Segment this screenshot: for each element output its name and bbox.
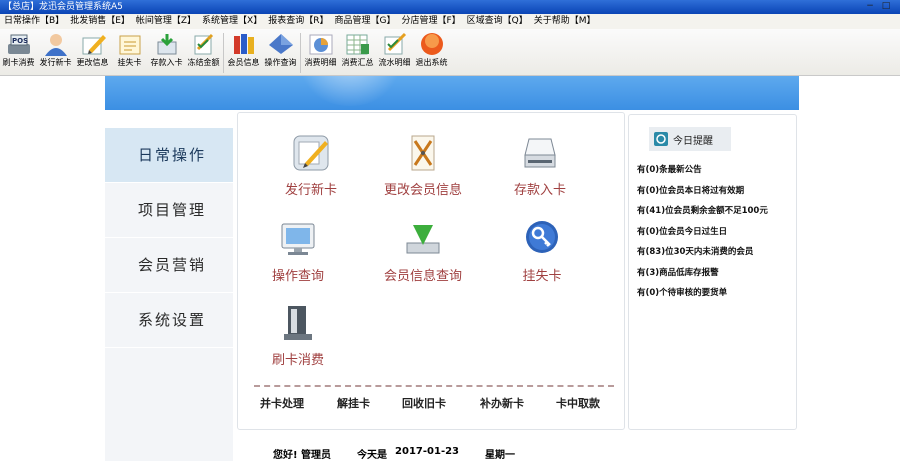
quick-links-divider [254,385,614,387]
query-icon [268,34,293,54]
reminder-item[interactable]: 有(83)位30天内未消费的会员 [637,245,768,266]
func-lost-card[interactable]: 挂失卡 [482,219,602,284]
toolbar-separator [300,33,301,73]
toolbar-swipe-card-button[interactable]: POS 刷卡消费 [0,29,37,76]
nav-project-mgmt[interactable]: 项目管理 [105,183,233,238]
menu-accounts[interactable]: 帐间管理【Z】 [134,14,200,29]
toolbar-consumption-summary-button[interactable]: 消费汇总 [339,29,376,76]
window-title: 【总店】龙迅会员管理系统A5 [3,2,123,12]
issue-card-icon [293,135,329,171]
edit-member-icon [411,135,435,171]
user-card-icon [44,34,67,56]
nav-system-settings[interactable]: 系统设置 [105,293,233,348]
scanner-icon [524,138,556,168]
monitor-icon [281,223,315,255]
menu-bar: 日常操作【B】 批发销售【E】 帐间管理【Z】 系统管理【X】 报表查询【R】 … [0,14,900,29]
func-member-query[interactable]: 会员信息查询 [363,219,483,284]
menu-goods[interactable]: 商品管理【G】 [332,14,399,29]
toolbar-member-info-button[interactable]: 会员信息 [225,29,262,76]
freeze-icon [194,33,213,55]
menu-system[interactable]: 系统管理【X】 [200,14,266,29]
menu-help[interactable]: 关于帮助【M】 [532,14,600,29]
download-icon [406,225,440,254]
menu-reports[interactable]: 报表查询【R】 [266,14,332,29]
toolbar-edit-info-button[interactable]: 更改信息 [74,29,111,76]
exit-icon [420,33,443,55]
quick-withdraw[interactable]: 卡中取款 [556,395,600,411]
toolbar-flow-detail-button[interactable]: 流水明细 [376,29,413,76]
func-swipe-consume[interactable]: 刷卡消费 [238,303,358,368]
reminder-item[interactable]: 有(0)个待审核的要货单 [637,286,768,307]
flow-icon [384,32,406,55]
reminder-item[interactable]: 有(0)条最新公告 [637,163,768,184]
greeting-text: 您好! 管理员 [273,450,332,461]
svg-text:POS: POS [12,37,28,45]
toolbar-freeze-button[interactable]: 冻结金额 [185,29,222,76]
func-op-query[interactable]: 操作查询 [238,219,358,284]
function-panel: 发行新卡 更改会员信息 存款入卡 操作查询 会员信息查询 挂失卡 刷卡消费 并卡… [237,112,625,430]
deposit-icon [157,34,176,55]
menu-daily-ops[interactable]: 日常操作【B】 [2,14,68,29]
toolbar-separator [223,33,224,73]
func-edit-member[interactable]: 更改会员信息 [363,133,483,198]
left-nav: 日常操作 项目管理 会员营销 系统设置 [105,128,233,461]
reminder-icon [654,132,668,146]
toolbar-exit-button[interactable]: 退出系统 [413,29,450,76]
spreadsheet-icon [346,34,369,55]
pie-chart-icon [309,34,332,55]
pos-icon: POS [7,34,30,54]
quick-recycle-card[interactable]: 回收旧卡 [402,395,446,411]
menu-wholesale[interactable]: 批发销售【E】 [68,14,134,29]
card-reader-icon [284,306,312,340]
reminder-item[interactable]: 有(0)位会员今日过生日 [637,225,768,246]
current-date: 2017-01-23 [395,446,460,457]
reminder-item[interactable]: 有(0)位会员本日将过有效期 [637,184,768,205]
status-footer: 您好! 管理员 今天是 2017-01-23 星期一 [273,446,541,461]
maximize-button[interactable]: □ [880,1,892,12]
current-weekday: 星期一 [485,450,516,461]
minimize-button[interactable]: − [864,1,876,12]
func-issue-card[interactable]: 发行新卡 [251,133,371,198]
menu-region[interactable]: 区域查询【Q】 [465,14,532,29]
reminder-item[interactable]: 有(41)位会员剩余金额不足100元 [637,204,768,225]
today-label: 今天是 [357,450,388,461]
reminder-item[interactable]: 有(3)商品低库存报警 [637,266,768,287]
edit-note-icon [82,35,106,55]
reminder-panel: 今日提醒 有(0)条最新公告 有(0)位会员本日将过有效期 有(41)位会员剩余… [628,114,797,430]
toolbar-deposit-button[interactable]: 存款入卡 [148,29,185,76]
reminder-list: 有(0)条最新公告 有(0)位会员本日将过有效期 有(41)位会员剩余金额不足1… [637,163,768,307]
toolbar-consumption-detail-button[interactable]: 消费明细 [302,29,339,76]
header-banner [105,76,799,110]
func-deposit[interactable]: 存款入卡 [480,133,600,198]
toolbar: POS 刷卡消费 发行新卡 更改信息 挂失卡 存款入卡 冻结金额 会员信息 操作… [0,29,900,76]
lost-card-icon [119,35,140,55]
toolbar-issue-card-button[interactable]: 发行新卡 [37,29,74,76]
toolbar-lost-card-button[interactable]: 挂失卡 [111,29,148,76]
quick-reissue-card[interactable]: 补办新卡 [480,395,524,411]
quick-merge-card[interactable]: 并卡处理 [260,395,304,411]
books-icon [233,34,254,54]
title-bar: 【总店】龙迅会员管理系统A5 − □ [0,0,900,14]
nav-daily-ops[interactable]: 日常操作 [105,128,233,183]
menu-branches[interactable]: 分店管理【F】 [399,14,464,29]
nav-member-marketing[interactable]: 会员营销 [105,238,233,293]
toolbar-op-query-button[interactable]: 操作查询 [262,29,299,76]
banner-glow [295,76,405,106]
quick-unlock-card[interactable]: 解挂卡 [337,395,370,411]
key-icon [526,221,558,253]
reminder-header: 今日提醒 [649,127,731,151]
reminder-title: 今日提醒 [673,135,713,147]
